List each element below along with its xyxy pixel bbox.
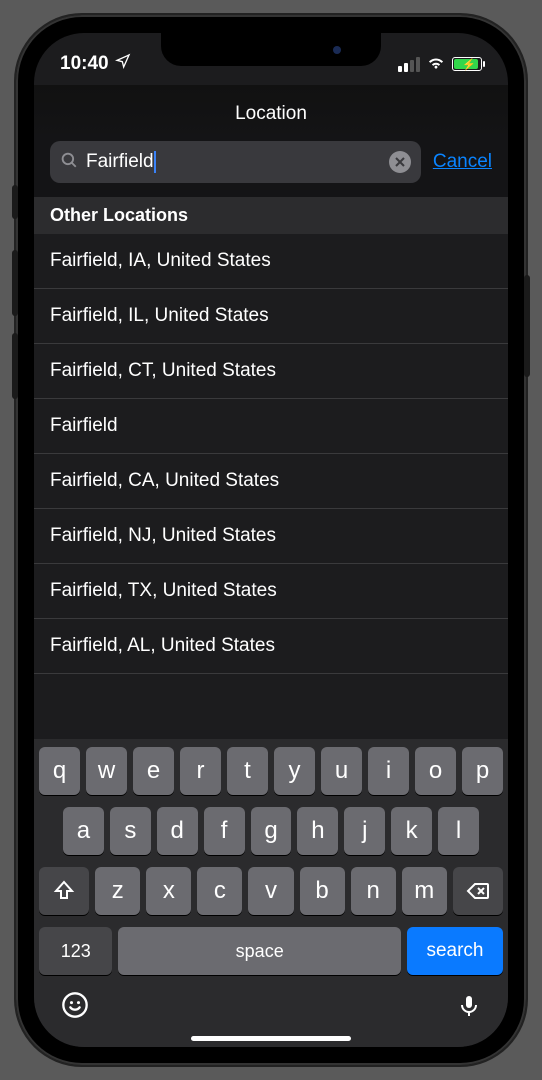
volume-down-button[interactable] [12, 333, 18, 399]
key-e[interactable]: e [133, 747, 174, 795]
key-f[interactable]: f [204, 807, 245, 855]
result-item[interactable]: Fairfield, AL, United States [34, 619, 508, 674]
key-a[interactable]: a [63, 807, 104, 855]
key-o[interactable]: o [415, 747, 456, 795]
status-right: ⚡ [398, 53, 482, 75]
sensor-dot [333, 46, 341, 54]
status-left: 10:40 [60, 53, 131, 75]
notch [161, 33, 381, 66]
key-t[interactable]: t [227, 747, 268, 795]
clear-button[interactable] [389, 151, 411, 173]
space-key[interactable]: space [118, 927, 401, 975]
key-p[interactable]: p [462, 747, 503, 795]
key-j[interactable]: j [344, 807, 385, 855]
key-x[interactable]: x [146, 867, 191, 915]
keyboard-row-2: asdfghjkl [39, 807, 503, 855]
result-item[interactable]: Fairfield, CA, United States [34, 454, 508, 509]
search-input-text[interactable]: Fairfield [86, 151, 154, 173]
key-l[interactable]: l [438, 807, 479, 855]
key-z[interactable]: z [95, 867, 140, 915]
result-item[interactable]: Fairfield, NJ, United States [34, 509, 508, 564]
volume-up-button[interactable] [12, 250, 18, 316]
key-y[interactable]: y [274, 747, 315, 795]
cancel-button[interactable]: Cancel [433, 151, 492, 173]
cellular-signal-icon [398, 57, 420, 72]
location-arrow-icon [115, 53, 131, 75]
power-button[interactable] [524, 275, 530, 377]
key-u[interactable]: u [321, 747, 362, 795]
mute-switch[interactable] [12, 185, 18, 219]
status-time: 10:40 [60, 53, 109, 75]
wifi-icon [426, 53, 446, 75]
key-i[interactable]: i [368, 747, 409, 795]
keyboard-footer [39, 981, 503, 1028]
dictation-button[interactable] [457, 993, 481, 1025]
result-item[interactable]: Fairfield, IL, United States [34, 289, 508, 344]
key-v[interactable]: v [248, 867, 293, 915]
key-b[interactable]: b [300, 867, 345, 915]
key-h[interactable]: h [297, 807, 338, 855]
page-title: Location [34, 85, 508, 141]
result-item[interactable]: Fairfield [34, 399, 508, 454]
text-caret [154, 151, 156, 173]
keyboard-row-1: qwertyuiop [39, 747, 503, 795]
phone-frame: 10:40 ⚡ Location [16, 15, 526, 1065]
battery-icon: ⚡ [452, 57, 482, 71]
keyboard-row-3: zxcvbnm [39, 867, 503, 915]
key-n[interactable]: n [351, 867, 396, 915]
search-row: Fairfield Cancel [34, 141, 508, 197]
key-w[interactable]: w [86, 747, 127, 795]
key-k[interactable]: k [391, 807, 432, 855]
search-key[interactable]: search [407, 927, 503, 975]
section-header: Other Locations [34, 197, 508, 234]
backspace-key[interactable] [453, 867, 503, 915]
keyboard-row-4: 123 space search [39, 927, 503, 975]
keyboard: qwertyuiop asdfghjkl zxcvbnm 123 space s… [34, 739, 508, 1047]
result-item[interactable]: Fairfield, IA, United States [34, 234, 508, 289]
home-indicator[interactable] [191, 1036, 351, 1041]
key-d[interactable]: d [157, 807, 198, 855]
search-icon [60, 151, 78, 174]
search-field[interactable]: Fairfield [50, 141, 421, 183]
results-list: Fairfield, IA, United StatesFairfield, I… [34, 234, 508, 674]
key-c[interactable]: c [197, 867, 242, 915]
key-m[interactable]: m [402, 867, 447, 915]
key-g[interactable]: g [251, 807, 292, 855]
emoji-button[interactable] [61, 991, 89, 1026]
numbers-key[interactable]: 123 [39, 927, 112, 975]
shift-key[interactable] [39, 867, 89, 915]
result-item[interactable]: Fairfield, CT, United States [34, 344, 508, 399]
key-q[interactable]: q [39, 747, 80, 795]
key-r[interactable]: r [180, 747, 221, 795]
result-item[interactable]: Fairfield, TX, United States [34, 564, 508, 619]
key-s[interactable]: s [110, 807, 151, 855]
screen: 10:40 ⚡ Location [34, 33, 508, 1047]
